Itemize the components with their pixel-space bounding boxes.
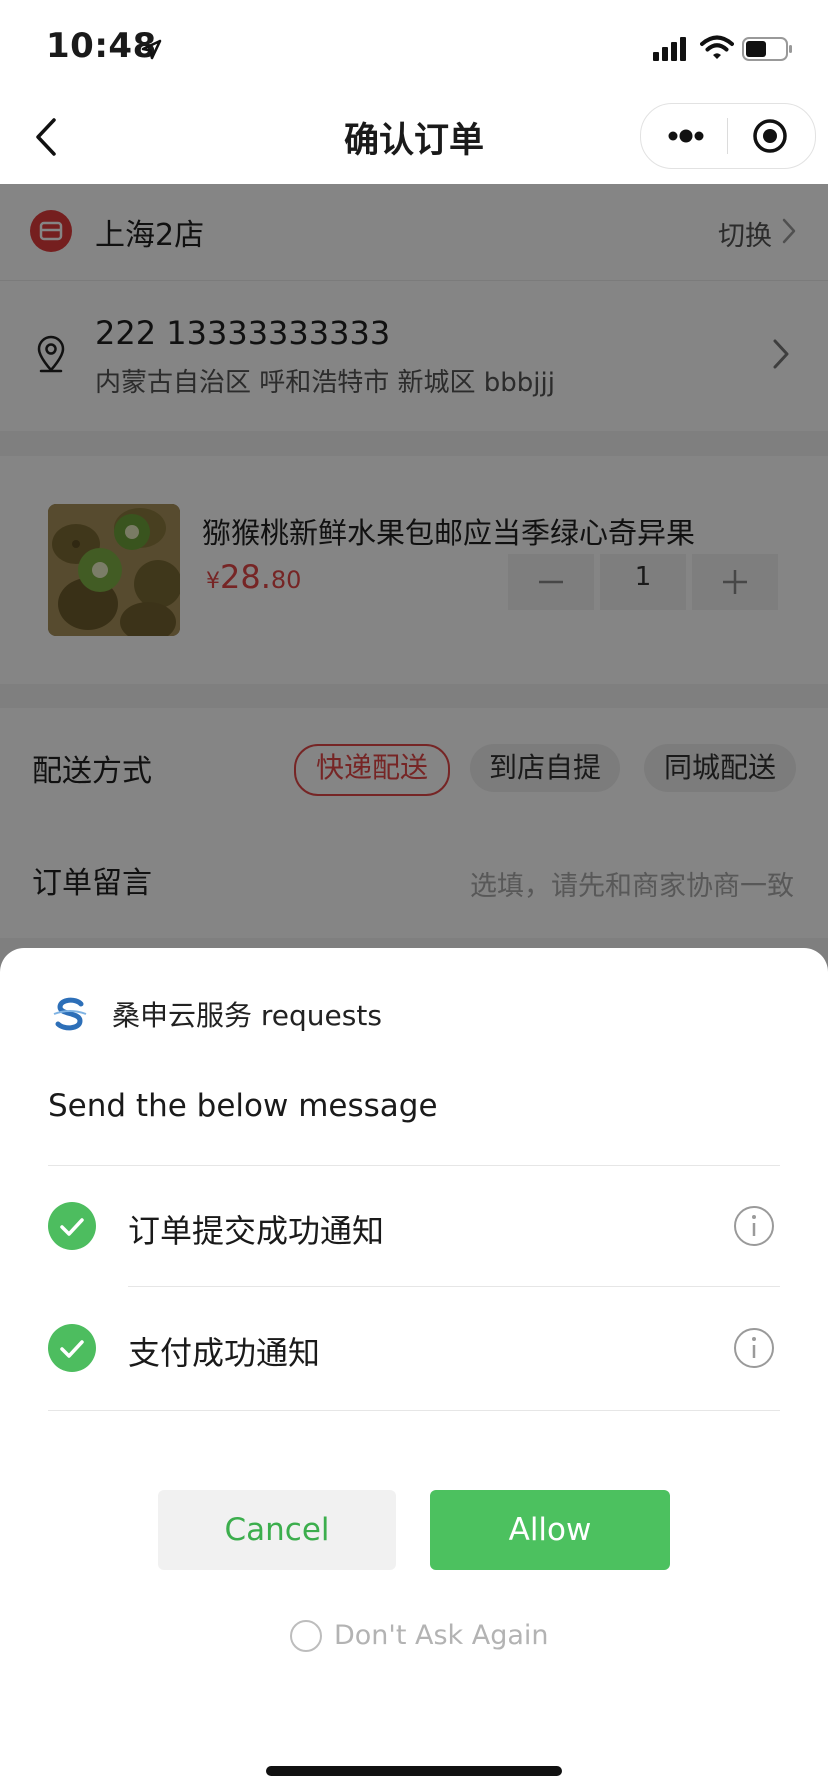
dont-ask-again-label[interactable]: Don't Ask Again — [334, 1620, 549, 1651]
more-icon[interactable] — [661, 114, 711, 158]
miniapp-capsule — [640, 103, 816, 169]
message-item-label: 订单提交成功通知 — [128, 1212, 385, 1250]
divider — [48, 1165, 780, 1166]
message-item-label: 支付成功通知 — [128, 1334, 321, 1372]
info-icon[interactable] — [732, 1326, 776, 1370]
wifi-icon — [700, 35, 734, 59]
dont-ask-again-radio[interactable] — [290, 1620, 322, 1652]
home-indicator — [266, 1766, 562, 1776]
close-miniapp-icon[interactable] — [745, 114, 795, 158]
message-checkbox-2[interactable] — [48, 1324, 96, 1372]
location-arrow-icon — [141, 39, 162, 60]
divider — [48, 1410, 780, 1411]
subscribe-message-sheet: 桑申云服务 requests Send the below message 订单… — [0, 948, 828, 1792]
allow-button[interactable]: Allow — [430, 1490, 670, 1570]
battery-icon — [742, 37, 792, 61]
capsule-divider — [727, 118, 728, 154]
message-checkbox-1[interactable] — [48, 1202, 96, 1250]
info-icon[interactable] — [732, 1204, 776, 1248]
requester-line: 桑申云服务 requests — [112, 999, 382, 1032]
app-logo — [53, 997, 87, 1031]
signal-icon — [653, 37, 686, 61]
cancel-button[interactable]: Cancel — [158, 1490, 396, 1570]
sheet-heading: Send the below message — [48, 1088, 438, 1124]
divider — [128, 1286, 780, 1287]
